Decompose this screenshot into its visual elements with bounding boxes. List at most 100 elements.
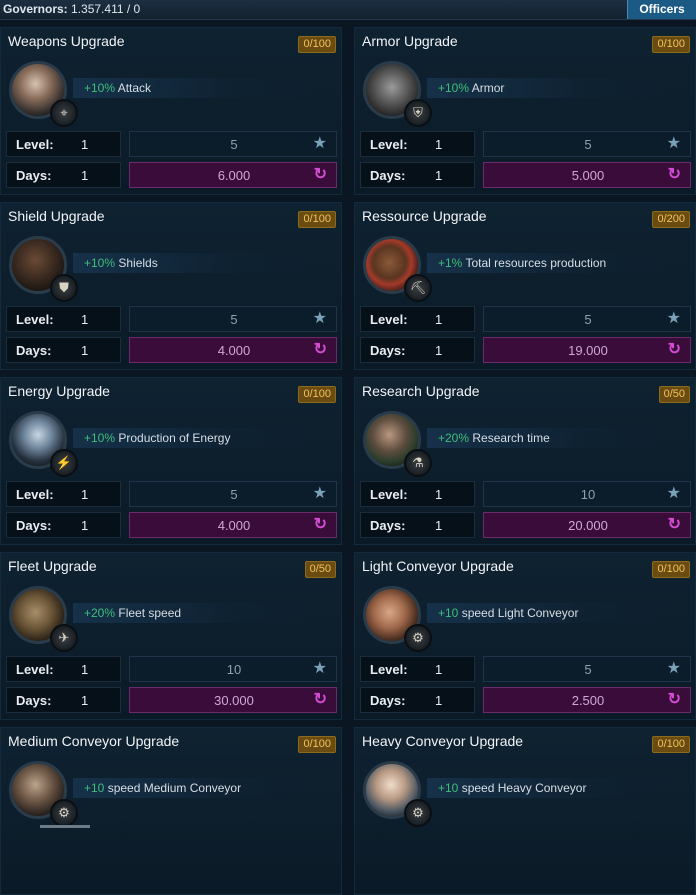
card-title: Research Upgrade xyxy=(362,383,480,399)
level-box: Level: 1 xyxy=(360,656,475,682)
star-icon: ★ xyxy=(312,660,327,677)
currency-icon: ↻ xyxy=(313,166,327,183)
days-purchase-button[interactable]: 4.000 ↻ xyxy=(129,512,337,538)
level-value[interactable]: 1 xyxy=(435,312,442,327)
bonus-text: +20% Fleet speed xyxy=(84,606,181,620)
upgrade-card: Fleet Upgrade 0/50 ✈ +20% Fleet speed Le… xyxy=(0,552,342,720)
level-upgrade-button[interactable]: 10 ★ xyxy=(483,481,691,507)
days-value[interactable]: 1 xyxy=(435,343,442,358)
level-row: Level: 1 10 ★ xyxy=(360,481,691,507)
level-label: Level: xyxy=(370,487,408,502)
level-box: Level: 1 xyxy=(360,131,475,157)
level-label: Level: xyxy=(16,487,54,502)
card-title: Ressource Upgrade xyxy=(362,208,487,224)
upgrade-card: Light Conveyor Upgrade 0/100 ⚙ +10 speed… xyxy=(354,552,696,720)
fleet-icon: ✈ xyxy=(50,624,78,652)
bonus-percent: +10% xyxy=(84,256,116,270)
bonus-description: speed Light Conveyor xyxy=(461,606,579,620)
level-upgrade-button[interactable]: 5 ★ xyxy=(483,131,691,157)
level-cost: 5 xyxy=(584,137,592,152)
level-value[interactable]: 1 xyxy=(81,662,88,677)
upgrade-card: Weapons Upgrade 0/100 ⌖ +10% Attack Leve… xyxy=(0,27,342,195)
days-purchase-button[interactable]: 19.000 ↻ xyxy=(483,337,691,363)
days-row: Days: 1 2.500 ↻ xyxy=(360,687,691,713)
bonus-percent: +10 xyxy=(438,606,459,620)
upgrade-card: Shield Upgrade 0/100 ⛊ +10% Shields Leve… xyxy=(0,202,342,370)
days-purchase-button[interactable]: 6.000 ↻ xyxy=(129,162,337,188)
level-cost: 5 xyxy=(584,312,592,327)
bonus-percent: +20% xyxy=(84,606,116,620)
bonus-percent: +10% xyxy=(438,81,470,95)
days-purchase-button[interactable]: 30.000 ↻ xyxy=(129,687,337,713)
days-cost: 4.000 xyxy=(217,343,251,358)
level-cost: 10 xyxy=(580,487,596,502)
upgrade-card: Armor Upgrade 0/100 ⛨ +10% Armor Level: … xyxy=(354,27,696,195)
days-cost: 4.000 xyxy=(217,518,251,533)
days-value[interactable]: 1 xyxy=(81,343,88,358)
level-cost: 5 xyxy=(230,312,238,327)
officers-tab[interactable]: Officers xyxy=(627,0,696,19)
currency-icon: ↻ xyxy=(667,341,681,358)
top-bar: Governors: 1.357.411 / 0 Officers xyxy=(0,0,696,20)
days-label: Days: xyxy=(370,518,406,533)
level-cost: 5 xyxy=(584,662,592,677)
days-value[interactable]: 1 xyxy=(435,518,442,533)
level-upgrade-button[interactable]: 5 ★ xyxy=(483,656,691,682)
days-value[interactable]: 1 xyxy=(435,168,442,183)
days-label: Days: xyxy=(16,343,52,358)
bonus-percent: +10% xyxy=(84,81,116,95)
upgrade-card: Heavy Conveyor Upgrade 0/100 ⚙ +10 speed… xyxy=(354,727,696,895)
governors-label: Governors: xyxy=(3,2,68,16)
level-value[interactable]: 1 xyxy=(435,662,442,677)
energy-icon: ⚡ xyxy=(50,449,78,477)
level-upgrade-button[interactable]: 5 ★ xyxy=(483,306,691,332)
star-icon: ★ xyxy=(666,310,681,327)
level-upgrade-button[interactable]: 5 ★ xyxy=(129,306,337,332)
days-purchase-button[interactable]: 2.500 ↻ xyxy=(483,687,691,713)
star-icon: ★ xyxy=(312,135,327,152)
level-upgrade-button[interactable]: 5 ★ xyxy=(129,481,337,507)
bonus-description: Shields xyxy=(118,256,158,270)
days-row: Days: 1 20.000 ↻ xyxy=(360,512,691,538)
level-upgrade-button[interactable]: 5 ★ xyxy=(129,131,337,157)
days-box: Days: 1 xyxy=(6,687,121,713)
level-value[interactable]: 1 xyxy=(435,487,442,502)
days-row: Days: 1 19.000 ↻ xyxy=(360,337,691,363)
bonus-text: +1% Total resources production xyxy=(438,256,606,270)
progress-badge: 0/100 xyxy=(298,736,336,753)
days-box: Days: 1 xyxy=(6,162,121,188)
days-value[interactable]: 1 xyxy=(81,693,88,708)
days-purchase-button[interactable]: 4.000 ↻ xyxy=(129,337,337,363)
bonus-description: Total resources production xyxy=(465,256,607,270)
level-value[interactable]: 1 xyxy=(81,312,88,327)
bonus-description: Research time xyxy=(472,431,550,445)
days-row: Days: 1 4.000 ↻ xyxy=(6,337,337,363)
level-value[interactable]: 1 xyxy=(81,137,88,152)
upgrade-card: Medium Conveyor Upgrade 0/100 ⚙ +10 spee… xyxy=(0,727,342,895)
days-value[interactable]: 1 xyxy=(81,168,88,183)
bonus-text: +10% Armor xyxy=(438,81,504,95)
days-value[interactable]: 1 xyxy=(435,693,442,708)
days-cost: 20.000 xyxy=(568,518,608,533)
days-value[interactable]: 1 xyxy=(81,518,88,533)
level-row: Level: 1 10 ★ xyxy=(6,656,337,682)
days-purchase-button[interactable]: 20.000 ↻ xyxy=(483,512,691,538)
armor-icon: ⛨ xyxy=(404,99,432,127)
gear-icon: ⚙ xyxy=(404,624,432,652)
level-upgrade-button[interactable]: 10 ★ xyxy=(129,656,337,682)
level-label: Level: xyxy=(16,137,54,152)
bonus-description: Fleet speed xyxy=(118,606,182,620)
days-cost: 6.000 xyxy=(217,168,251,183)
level-value[interactable]: 1 xyxy=(435,137,442,152)
progress-badge: 0/50 xyxy=(658,386,690,403)
days-box: Days: 1 xyxy=(360,512,475,538)
card-title: Weapons Upgrade xyxy=(8,33,125,49)
level-value[interactable]: 1 xyxy=(81,487,88,502)
days-row: Days: 1 5.000 ↻ xyxy=(360,162,691,188)
level-box: Level: 1 xyxy=(6,481,121,507)
currency-icon: ↻ xyxy=(313,691,327,708)
bonus-text: +10% Production of Energy xyxy=(84,431,230,445)
days-purchase-button[interactable]: 5.000 ↻ xyxy=(483,162,691,188)
governors-summary: Governors: 1.357.411 / 0 xyxy=(3,2,140,16)
level-row: Level: 1 5 ★ xyxy=(6,131,337,157)
